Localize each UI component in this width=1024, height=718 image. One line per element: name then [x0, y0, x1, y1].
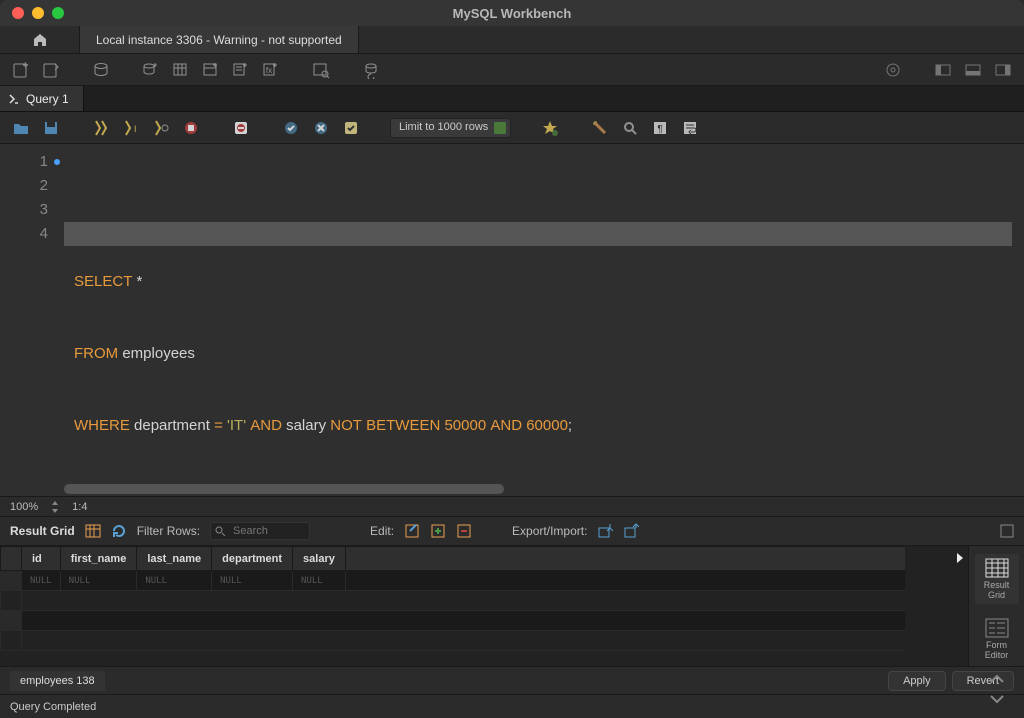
main-toolbar: fx — [0, 54, 1024, 86]
wrap-icon[interactable] — [679, 117, 701, 139]
find-icon[interactable] — [619, 117, 641, 139]
filter-rows-label: Filter Rows: — [137, 524, 200, 538]
app-title: MySQL Workbench — [0, 6, 1024, 21]
beautify-icon[interactable] — [589, 117, 611, 139]
query-tab[interactable]: Query 1 — [0, 86, 84, 111]
stop-icon[interactable] — [180, 117, 202, 139]
grid-icon — [985, 558, 1009, 578]
refresh-icon[interactable] — [111, 523, 127, 539]
result-tab[interactable]: employees 138 — [10, 671, 105, 691]
table-row[interactable] — [1, 631, 906, 651]
column-header[interactable]: salary — [293, 547, 346, 571]
result-toolbar: Result Grid Filter Rows: Edit: Export/Im… — [0, 516, 1024, 546]
scroll-down-icon[interactable] — [989, 694, 1005, 704]
apply-button[interactable]: Apply — [888, 671, 946, 691]
reconnect-icon[interactable] — [360, 59, 382, 81]
svg-text:I: I — [134, 124, 137, 134]
result-area: id first_name last_name department salar… — [0, 546, 1024, 666]
delete-row-icon[interactable] — [456, 523, 472, 539]
create-schema-icon[interactable] — [140, 59, 162, 81]
bottom-tab-bar: employees 138 Apply Revert — [0, 666, 1024, 694]
settings-icon[interactable] — [882, 59, 904, 81]
suppress-icon[interactable] — [230, 117, 252, 139]
export-icon[interactable] — [597, 523, 613, 539]
open-file-icon[interactable] — [10, 117, 32, 139]
server-status-icon[interactable] — [90, 59, 112, 81]
favorite-icon[interactable] — [539, 117, 561, 139]
column-header[interactable]: last_name — [137, 547, 212, 571]
table-row[interactable] — [1, 611, 906, 631]
table-row[interactable]: NULLNULLNULLNULLNULL — [1, 571, 906, 591]
line-gutter: 1 2 3 4 — [0, 144, 64, 496]
cursor-position: 1:4 — [72, 501, 87, 513]
wrap-cell-icon[interactable] — [1000, 524, 1014, 538]
connection-tab-bar: Local instance 3306 - Warning - not supp… — [0, 26, 1024, 54]
revert-button[interactable]: Revert — [952, 671, 1014, 691]
add-row-icon[interactable] — [430, 523, 446, 539]
panel-bottom-icon[interactable] — [962, 59, 984, 81]
home-tab[interactable] — [0, 26, 80, 53]
column-header[interactable]: id — [22, 547, 61, 571]
search-table-icon[interactable] — [310, 59, 332, 81]
query-tab-bar: Query 1 — [0, 86, 1024, 112]
zoom-updown-icon[interactable] — [50, 500, 60, 514]
create-procedure-icon[interactable] — [230, 59, 252, 81]
home-icon — [32, 32, 48, 48]
open-sql-icon[interactable] — [40, 59, 62, 81]
edit-row-icon[interactable] — [404, 523, 420, 539]
invisible-chars-icon[interactable]: ¶ — [649, 117, 671, 139]
export-import-label: Export/Import: — [512, 524, 587, 538]
create-view-icon[interactable] — [200, 59, 222, 81]
query-tab-label: Query 1 — [26, 92, 69, 106]
expand-arrow-icon[interactable] — [954, 546, 966, 570]
scroll-up-icon[interactable] — [989, 674, 1005, 684]
result-grid[interactable]: id first_name last_name department salar… — [0, 546, 968, 666]
explain-icon[interactable] — [150, 117, 172, 139]
create-function-icon[interactable]: fx — [260, 59, 282, 81]
limit-rows-select[interactable]: Limit to 1000 rows — [390, 118, 511, 138]
sql-editor[interactable]: 1 2 3 4 SELECT * FROM employees WHERE de… — [0, 144, 1024, 496]
create-table-icon[interactable] — [170, 59, 192, 81]
status-footer: Query Completed — [0, 694, 1024, 718]
titlebar: MySQL Workbench — [0, 0, 1024, 26]
execute-icon[interactable] — [90, 117, 112, 139]
svg-text:¶: ¶ — [658, 124, 663, 135]
panel-left-icon[interactable] — [932, 59, 954, 81]
table-row[interactable] — [1, 591, 906, 611]
script-icon — [8, 93, 20, 105]
column-header[interactable]: department — [212, 547, 293, 571]
result-grid-label: Result Grid — [10, 524, 75, 538]
query-status: Query Completed — [10, 701, 96, 713]
execute-current-icon[interactable]: I — [120, 117, 142, 139]
edit-label: Edit: — [370, 524, 394, 538]
autocommit-icon[interactable] — [340, 117, 362, 139]
zoom-level[interactable]: 100% — [10, 501, 38, 513]
rollback-icon[interactable] — [310, 117, 332, 139]
form-icon — [985, 618, 1009, 638]
table-header-row: id first_name last_name department salar… — [1, 547, 906, 571]
editor-status-bar: 100% 1:4 — [0, 496, 1024, 516]
import-icon[interactable] — [623, 523, 639, 539]
save-file-icon[interactable] — [40, 117, 62, 139]
code-area[interactable]: SELECT * FROM employees WHERE department… — [64, 144, 1024, 496]
result-side-panel: Result Grid Form Editor — [968, 546, 1024, 666]
query-toolbar: I Limit to 1000 rows ¶ — [0, 112, 1024, 144]
panel-right-icon[interactable] — [992, 59, 1014, 81]
new-sql-tab-icon[interactable] — [10, 59, 32, 81]
column-header[interactable]: first_name — [60, 547, 137, 571]
grid-options-icon[interactable] — [85, 523, 101, 539]
commit-icon[interactable] — [280, 117, 302, 139]
result-grid-view-button[interactable]: Result Grid — [975, 554, 1019, 604]
search-icon — [214, 525, 226, 537]
connection-tab[interactable]: Local instance 3306 - Warning - not supp… — [80, 26, 359, 53]
form-editor-view-button[interactable]: Form Editor — [975, 614, 1019, 664]
svg-text:fx: fx — [266, 66, 272, 75]
